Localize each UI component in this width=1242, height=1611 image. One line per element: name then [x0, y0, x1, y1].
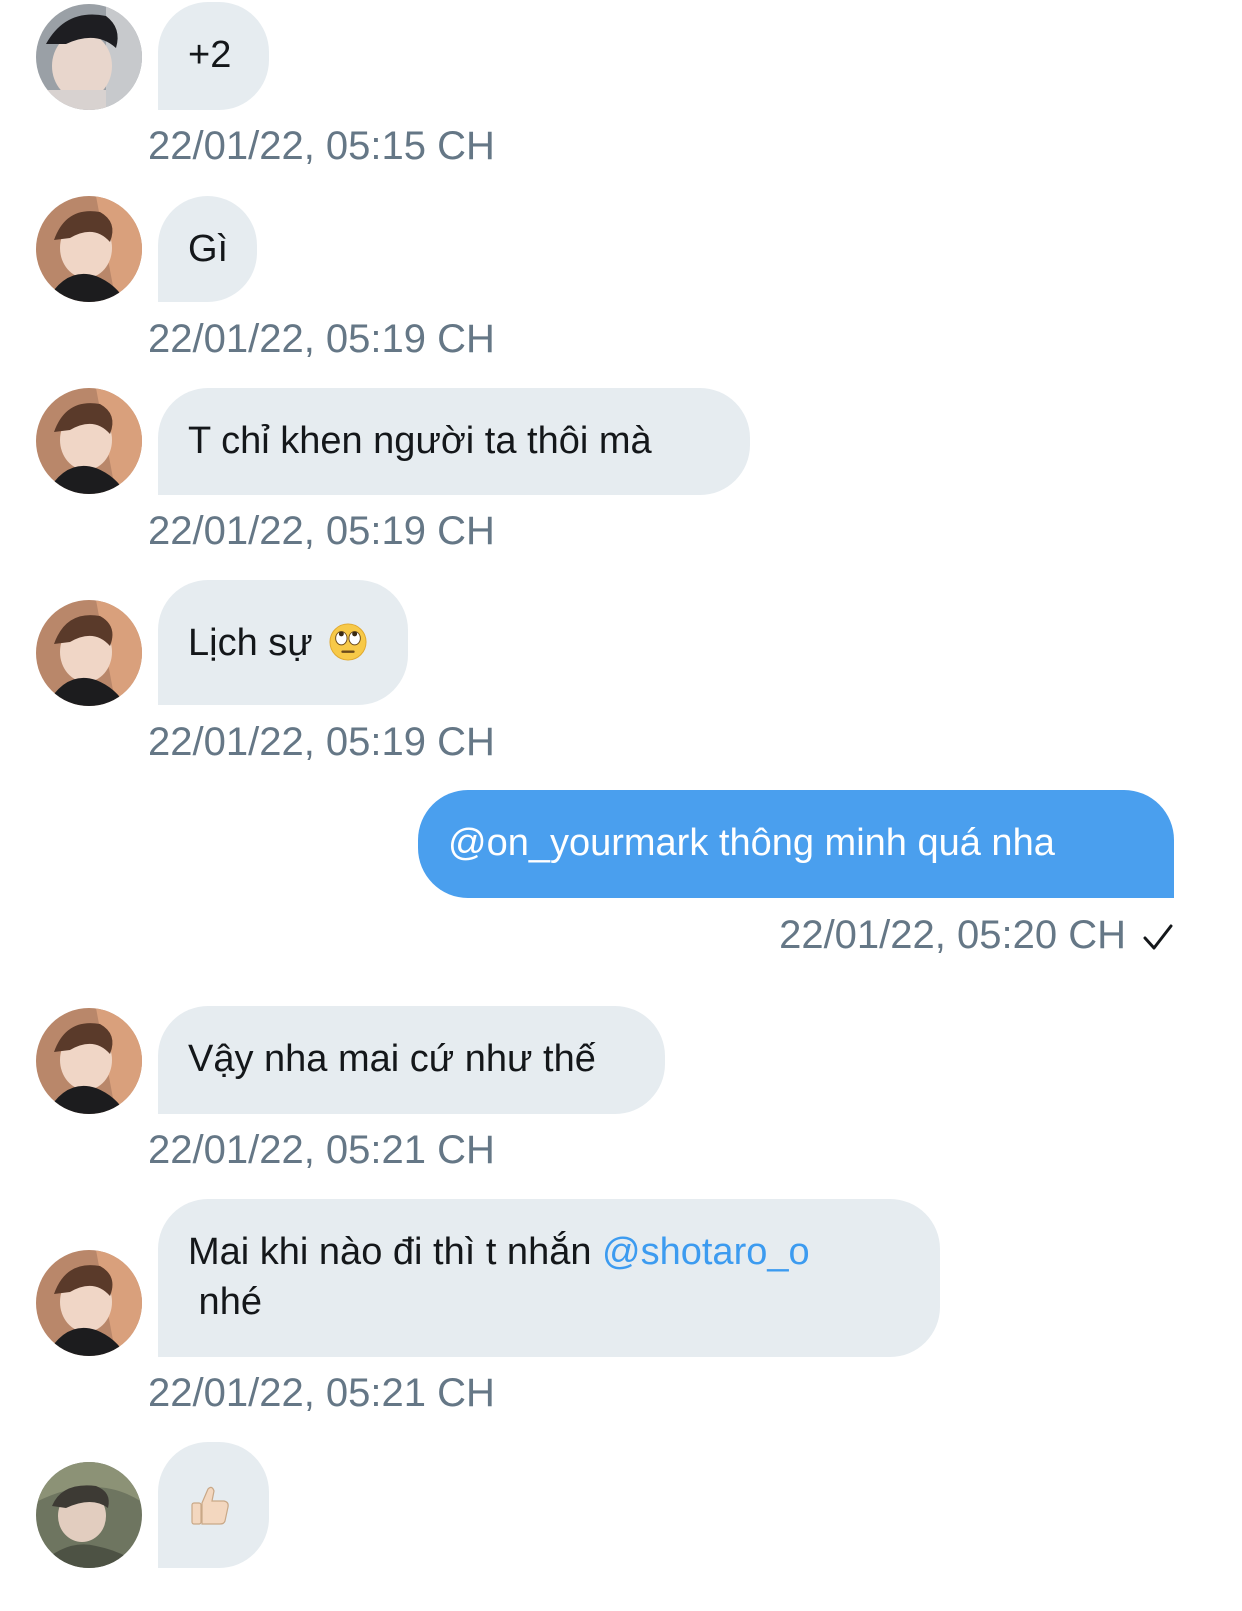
message-timestamp: 22/01/22, 05:19 CH: [148, 509, 495, 553]
message-text: Gì: [188, 228, 229, 270]
message-bubble[interactable]: [158, 1442, 269, 1568]
message-timestamp: 22/01/22, 05:19 CH: [148, 317, 495, 361]
message-text: +2: [188, 34, 232, 76]
message-text: @on_yourmark thông minh quá nha: [448, 822, 1055, 864]
message-timestamp-row: 22/01/22, 05:20 CH: [779, 911, 1174, 959]
outgoing-message-bubble[interactable]: @on_yourmark thông minh quá nha: [418, 790, 1174, 898]
avatar-user-b[interactable]: [36, 1250, 142, 1356]
avatar-user-b[interactable]: [36, 600, 142, 706]
message-bubble[interactable]: Vậy nha mai cứ như thế: [158, 1006, 665, 1114]
message-text: nhé: [188, 1281, 262, 1323]
message-bubble[interactable]: Gì: [158, 196, 257, 302]
message-bubble[interactable]: Lịch sự: [158, 580, 408, 705]
message-timestamp: 22/01/22, 05:15 CH: [148, 124, 495, 168]
mention-link[interactable]: @shotaro_o: [602, 1231, 810, 1273]
avatar-user-b[interactable]: [36, 196, 142, 302]
message-text: Mai khi nào đi thì t nhắn: [188, 1231, 603, 1273]
message-timestamp: 22/01/22, 05:20 CH: [779, 913, 1126, 957]
avatar-user-b[interactable]: [36, 388, 142, 494]
avatar-user-a[interactable]: [36, 4, 142, 110]
message-text: T chỉ khen người ta thôi mà: [188, 420, 652, 462]
sent-check-icon: [1143, 924, 1173, 950]
message-bubble[interactable]: T chỉ khen người ta thôi mà: [158, 388, 750, 495]
message-bubble[interactable]: Mai khi nào đi thì t nhắn @shotaro_o nhé: [158, 1199, 940, 1357]
thumbs-up-icon: [191, 1486, 229, 1525]
avatar-user-b[interactable]: [36, 1008, 142, 1114]
face-with-rolling-eyes-icon: [329, 623, 367, 661]
message-text: Vậy nha mai cứ như thế: [188, 1038, 596, 1080]
message-timestamp: 22/01/22, 05:21 CH: [148, 1128, 495, 1172]
avatar-user-c[interactable]: [36, 1462, 142, 1568]
message-bubble[interactable]: +2: [158, 2, 269, 110]
message-timestamp: 22/01/22, 05:21 CH: [148, 1371, 495, 1415]
message-timestamp: 22/01/22, 05:19 CH: [148, 720, 495, 764]
message-text: Lịch sự: [188, 622, 313, 664]
